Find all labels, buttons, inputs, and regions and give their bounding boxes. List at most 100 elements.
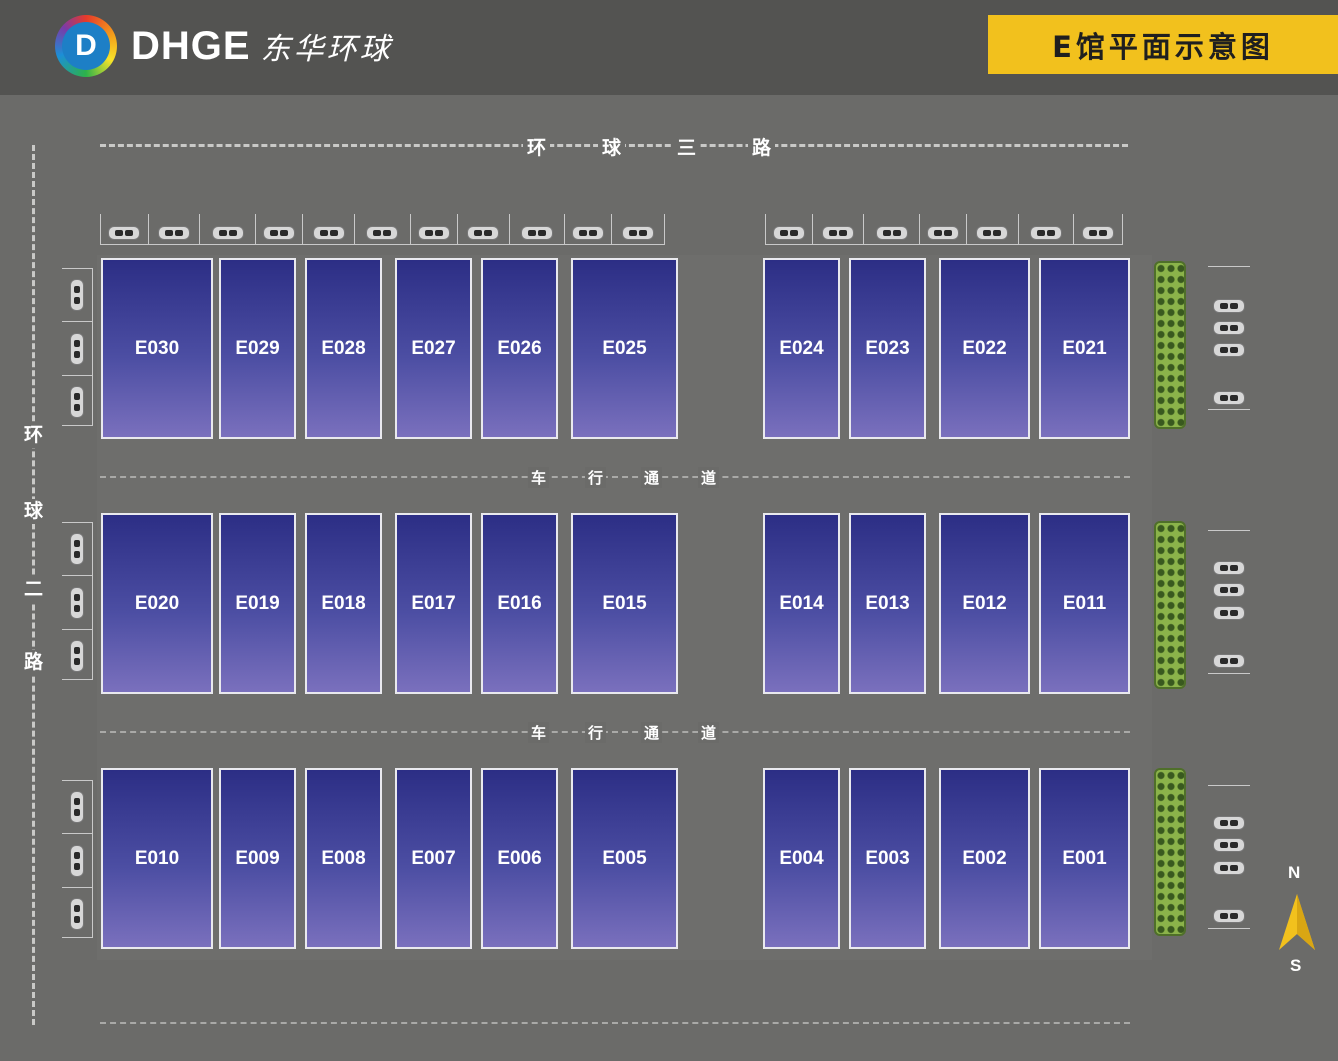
car-icon [1213, 343, 1245, 357]
parking-slot [1208, 579, 1250, 601]
aisle-2-char-1: 车 [528, 722, 550, 743]
booth-e028[interactable]: E028 [305, 258, 382, 439]
booth-e026[interactable]: E026 [481, 258, 558, 439]
booth-e018[interactable]: E018 [305, 513, 382, 694]
parking-slot [62, 375, 92, 427]
parking-slot [62, 887, 92, 939]
logo-ring-icon: D [55, 15, 117, 77]
parking-slot [256, 214, 304, 244]
booth-e010[interactable]: E010 [101, 768, 213, 949]
car-icon [70, 279, 84, 311]
car-icon [70, 332, 84, 365]
car-icon [926, 226, 959, 240]
car-icon [312, 226, 345, 240]
booth-e020[interactable]: E020 [101, 513, 213, 694]
booth-e029[interactable]: E029 [219, 258, 296, 439]
west-road-char-3: 二 [24, 577, 44, 602]
booth-e001[interactable]: E001 [1039, 768, 1130, 949]
parking-slot [1208, 387, 1250, 409]
parking-slot [1208, 602, 1250, 624]
logo: D DHGE 东华环球 [55, 14, 393, 78]
booth-e004[interactable]: E004 [763, 768, 840, 949]
aisle-2-char-3: 通 [641, 722, 663, 743]
booth-e019[interactable]: E019 [219, 513, 296, 694]
booth-e030[interactable]: E030 [101, 258, 213, 439]
top-parking-right [765, 214, 1123, 245]
booth-e016[interactable]: E016 [481, 513, 558, 694]
parking-slot [565, 214, 613, 244]
parking-slot [1208, 557, 1250, 579]
booth-e003[interactable]: E003 [849, 768, 926, 949]
parking-slot [1208, 317, 1250, 339]
car-icon [467, 226, 500, 240]
parking-slot [149, 214, 200, 244]
left-parking-2 [62, 522, 93, 680]
parking-slot [1019, 214, 1075, 244]
parking-slot [62, 321, 92, 375]
compass: N S [1275, 860, 1319, 975]
parking-slot [101, 214, 149, 244]
booth-e015[interactable]: E015 [571, 513, 678, 694]
booth-e012[interactable]: E012 [939, 513, 1030, 694]
car-icon [1213, 606, 1245, 620]
parking-slot [1208, 295, 1250, 317]
aisle-1-char-3: 通 [641, 467, 663, 488]
booth-e005[interactable]: E005 [571, 768, 678, 949]
booth-e011[interactable]: E011 [1039, 513, 1130, 694]
car-icon [822, 226, 855, 240]
logo-mark: D [62, 22, 110, 70]
left-parking-1 [62, 268, 93, 426]
parking-slot [1074, 214, 1122, 244]
parking-slot [411, 214, 458, 244]
booth-e024[interactable]: E024 [763, 258, 840, 439]
car-icon [157, 226, 190, 240]
parking-slot [864, 214, 921, 244]
booth-e017[interactable]: E017 [395, 513, 472, 694]
right-parking-1 [1208, 266, 1250, 410]
booth-e007[interactable]: E007 [395, 768, 472, 949]
car-icon [70, 844, 84, 877]
booth-e022[interactable]: E022 [939, 258, 1030, 439]
car-icon [1213, 816, 1245, 830]
car-icon [572, 226, 605, 240]
booth-e006[interactable]: E006 [481, 768, 558, 949]
compass-north-label: N [1288, 863, 1301, 882]
car-icon [70, 385, 84, 418]
booth-e021[interactable]: E021 [1039, 258, 1130, 439]
parking-slot [612, 214, 664, 244]
car-icon [1082, 226, 1115, 240]
booth-e009[interactable]: E009 [219, 768, 296, 949]
car-icon [1213, 861, 1245, 875]
parking-slot [62, 575, 92, 629]
booth-e013[interactable]: E013 [849, 513, 926, 694]
aisle-1-char-4: 道 [698, 467, 720, 488]
hedge-2 [1154, 521, 1186, 689]
compass-south-label: S [1290, 956, 1302, 975]
right-parking-3 [1208, 785, 1250, 929]
parking-slot [1208, 812, 1250, 834]
parking-slot [62, 781, 92, 833]
car-icon [1213, 583, 1245, 597]
car-icon [263, 226, 296, 240]
car-icon [772, 226, 805, 240]
car-icon [1213, 561, 1245, 575]
parking-slot [200, 214, 257, 244]
parking-slot [303, 214, 356, 244]
car-icon [70, 533, 84, 565]
booth-e002[interactable]: E002 [939, 768, 1030, 949]
car-icon [70, 639, 84, 672]
booth-e027[interactable]: E027 [395, 258, 472, 439]
booth-e025[interactable]: E025 [571, 258, 678, 439]
parking-slot [813, 214, 865, 244]
hedge-3 [1154, 768, 1186, 936]
hedge-1 [1154, 261, 1186, 429]
booth-e014[interactable]: E014 [763, 513, 840, 694]
aisle-1-char-2: 行 [585, 467, 607, 488]
car-icon [1213, 654, 1245, 668]
west-road-char-1: 环 [24, 423, 44, 448]
booth-e008[interactable]: E008 [305, 768, 382, 949]
north-road-char-1: 环 [523, 133, 551, 160]
booth-e023[interactable]: E023 [849, 258, 926, 439]
car-icon [417, 226, 450, 240]
parking-slot [510, 214, 566, 244]
